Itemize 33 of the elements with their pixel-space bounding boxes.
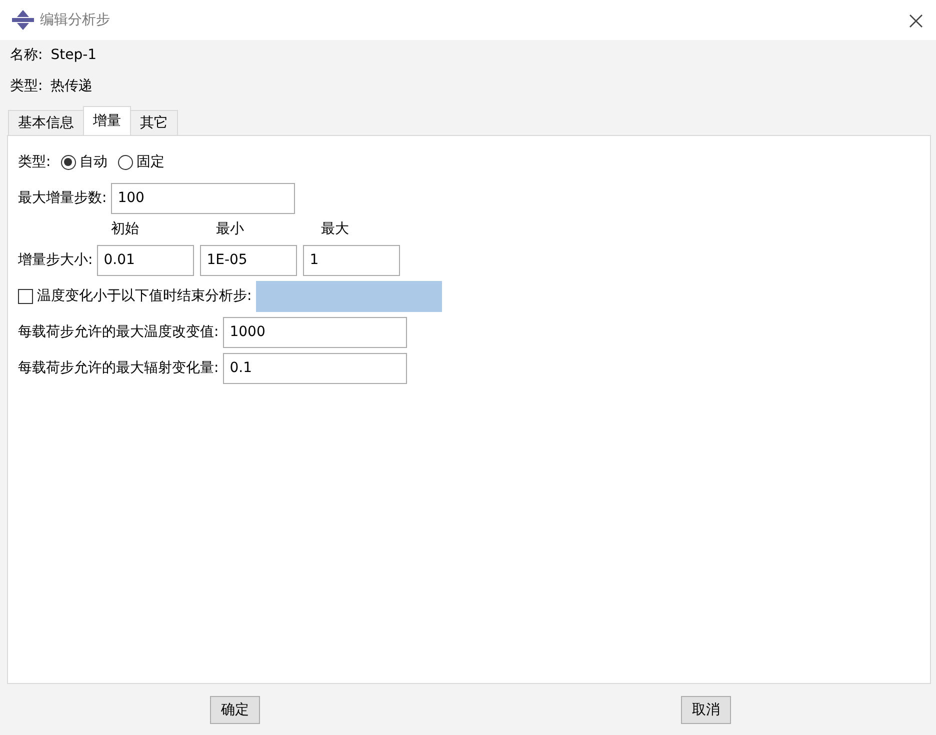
type-value: 热传递 (50, 77, 93, 96)
dialog-button[interactable]: 确定 (210, 696, 260, 724)
window-title: 编辑分析步 (40, 10, 110, 30)
column-header: 最大 (320, 220, 350, 238)
tab[interactable]: 其它 (130, 110, 178, 135)
radio-button[interactable] (60, 154, 76, 170)
field-label: 每载荷步允许的最大辐射变化量: (18, 358, 219, 378)
input-field[interactable]: 0.01 (96, 244, 194, 276)
type-label: 类型: (18, 152, 51, 172)
input-field[interactable]: 100 (110, 182, 295, 214)
column-header: 最小 (215, 220, 245, 238)
type-label: 类型: (10, 77, 43, 96)
field-label: 每载荷步允许的最大温度改变值: (18, 322, 219, 342)
checkbox-label: 温度变化小于以下值时结束分析步: (37, 286, 252, 306)
close-icon (909, 14, 923, 28)
checkbox[interactable] (18, 288, 33, 304)
input-field[interactable]: 0.1 (222, 352, 407, 384)
input-field[interactable]: 1000 (222, 316, 407, 348)
radio-label: 固定 (136, 152, 165, 172)
radio-label: 自动 (80, 152, 108, 172)
column-header: 初始 (110, 220, 140, 238)
radio-button[interactable] (118, 154, 133, 170)
tab[interactable]: 增量 (83, 106, 131, 135)
input-field[interactable]: 1E-05 (200, 244, 297, 276)
name-value: Step-1 (50, 46, 97, 65)
tab[interactable]: 基本信息 (8, 110, 84, 135)
name-label: 名称: (10, 46, 43, 65)
field-label: 增量步大小: (18, 250, 93, 270)
input-field[interactable]: 1 (302, 244, 400, 276)
field-label: 最大增量步数: (18, 188, 107, 208)
input-field[interactable] (256, 280, 442, 312)
app-icon (12, 10, 34, 30)
dialog-button[interactable]: 取消 (681, 696, 731, 724)
